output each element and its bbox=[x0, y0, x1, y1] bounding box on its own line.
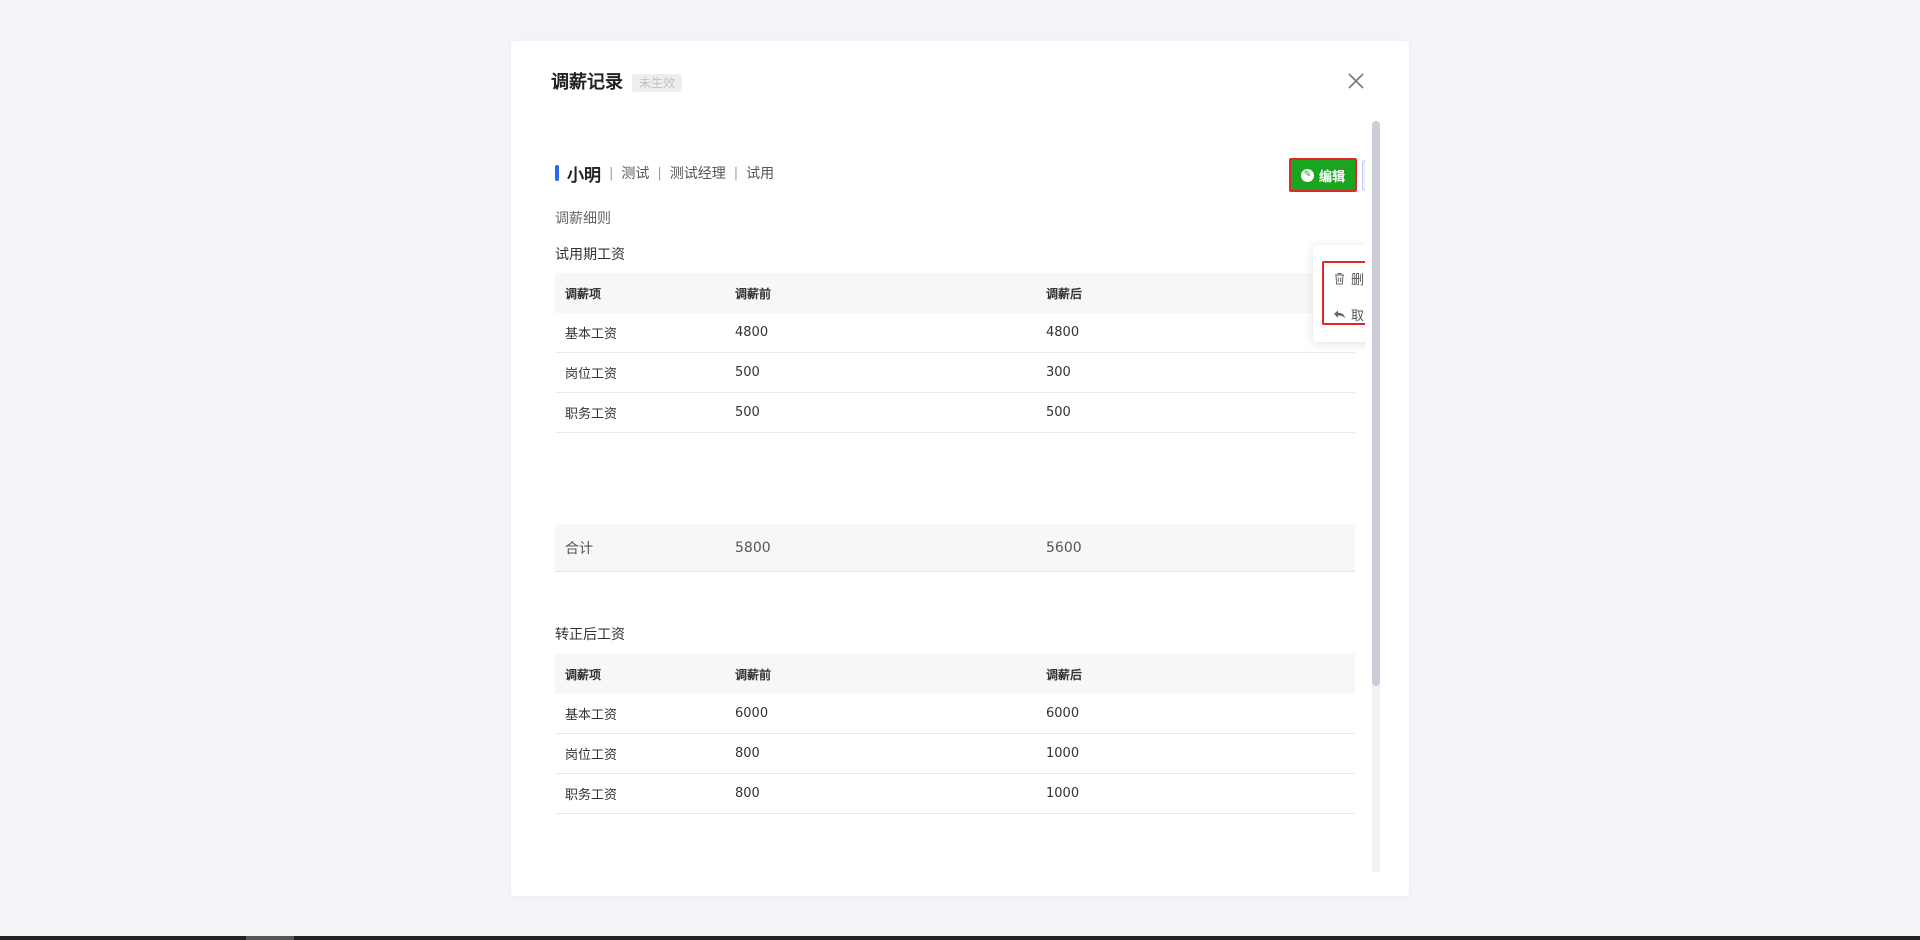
probation-salary-table: 调薪项 调薪前 调薪后 基本工资 4800 4800 岗位工资 500 300 … bbox=[555, 273, 1355, 433]
menu-item-cancel[interactable]: 取消 bbox=[1333, 304, 1365, 324]
taskbar bbox=[0, 936, 1920, 940]
table-row: 岗位工资 800 1000 bbox=[555, 734, 1355, 774]
header-cell: 调薪后 bbox=[1046, 286, 1083, 301]
employee-department: 测试 bbox=[621, 166, 650, 182]
employee-name: 小明 bbox=[567, 165, 601, 186]
table-cell: 职务工资 bbox=[565, 788, 618, 803]
table-header: 调薪项 调薪前 调薪后 bbox=[555, 654, 1355, 694]
separator: | bbox=[609, 165, 614, 181]
modal-content: 小明 | 测试 | 测试经理 | 试用 ✎ 编辑 ··· 调薪细则 试用期工资 … bbox=[555, 121, 1365, 881]
table-cell: 岗位工资 bbox=[565, 748, 618, 763]
edit-button[interactable]: ✎ 编辑 bbox=[1289, 158, 1357, 192]
taskbar-segment bbox=[246, 936, 294, 940]
employee-status: 试用 bbox=[746, 166, 775, 182]
menu-item-label: 取消 bbox=[1351, 308, 1365, 324]
table-cell: 4800 bbox=[1046, 325, 1080, 340]
table-row: 基本工资 4800 4800 bbox=[555, 313, 1355, 353]
undo-icon bbox=[1334, 310, 1345, 318]
regular-salary-table: 调薪项 调薪前 调薪后 基本工资 6000 6000 岗位工资 800 1000… bbox=[555, 654, 1355, 814]
table-row: 基本工资 6000 6000 bbox=[555, 694, 1355, 734]
total-after: 5600 bbox=[1046, 539, 1082, 556]
table-header: 调薪项 调薪前 调薪后 bbox=[555, 273, 1355, 313]
salary-adjustment-modal: 调薪记录 未生效 小明 | 测试 | 测试经理 | 试用 ✎ 编辑 ··· 调薪… bbox=[511, 41, 1409, 896]
status-badge: 未生效 bbox=[632, 74, 683, 92]
scrollbar[interactable] bbox=[1372, 121, 1380, 873]
probation-section-title: 试用期工资 bbox=[555, 247, 625, 263]
header-cell: 调薪项 bbox=[565, 667, 602, 682]
trash-icon bbox=[1335, 272, 1344, 284]
menu-item-delete[interactable]: 删除 bbox=[1333, 268, 1365, 288]
table-cell: 1000 bbox=[1046, 746, 1080, 761]
total-before: 5800 bbox=[735, 539, 771, 556]
table-cell: 职务工资 bbox=[565, 407, 618, 422]
probation-total-row: 合计 5800 5600 bbox=[555, 524, 1355, 572]
header-cell: 调薪项 bbox=[565, 286, 602, 301]
close-button[interactable] bbox=[1344, 69, 1368, 93]
table-cell: 500 bbox=[735, 365, 760, 380]
scrollbar-thumb[interactable] bbox=[1372, 121, 1380, 686]
header-cell: 调薪后 bbox=[1046, 667, 1083, 682]
table-cell: 4800 bbox=[735, 325, 769, 340]
table-cell: 1000 bbox=[1046, 786, 1080, 801]
accent-bar bbox=[555, 165, 559, 181]
header-cell: 调薪前 bbox=[735, 286, 772, 301]
table-cell: 800 bbox=[735, 786, 760, 801]
menu-item-label: 删除 bbox=[1351, 272, 1365, 288]
edit-button-label: 编辑 bbox=[1318, 169, 1345, 185]
table-cell: 基本工资 bbox=[565, 708, 618, 723]
table-cell: 300 bbox=[1046, 365, 1071, 380]
more-actions-menu: 删除 取消 bbox=[1313, 245, 1365, 342]
table-cell: 基本工资 bbox=[565, 327, 618, 342]
table-row: 职务工资 500 500 bbox=[555, 393, 1355, 433]
table-cell: 500 bbox=[735, 405, 760, 420]
more-button[interactable]: ··· bbox=[1362, 160, 1365, 191]
table-cell: 岗位工资 bbox=[565, 367, 618, 382]
edit-icon: ✎ bbox=[1300, 168, 1314, 182]
table-cell: 800 bbox=[735, 746, 760, 761]
regular-section-title: 转正后工资 bbox=[555, 627, 625, 643]
header-cell: 调薪前 bbox=[735, 667, 772, 682]
employee-info: 小明 | 测试 | 测试经理 | 试用 bbox=[555, 163, 775, 186]
detail-label: 调薪细则 bbox=[555, 211, 611, 227]
total-label: 合计 bbox=[565, 540, 593, 557]
separator: | bbox=[657, 165, 662, 181]
table-row: 岗位工资 500 300 bbox=[555, 353, 1355, 393]
employee-position: 测试经理 bbox=[669, 166, 726, 182]
table-cell: 6000 bbox=[1046, 706, 1080, 721]
table-cell: 6000 bbox=[735, 706, 769, 721]
table-row: 职务工资 800 1000 bbox=[555, 774, 1355, 814]
table-cell: 500 bbox=[1046, 405, 1071, 420]
modal-title: 调薪记录 bbox=[551, 72, 623, 93]
close-icon bbox=[1348, 73, 1364, 89]
separator: | bbox=[733, 165, 739, 181]
